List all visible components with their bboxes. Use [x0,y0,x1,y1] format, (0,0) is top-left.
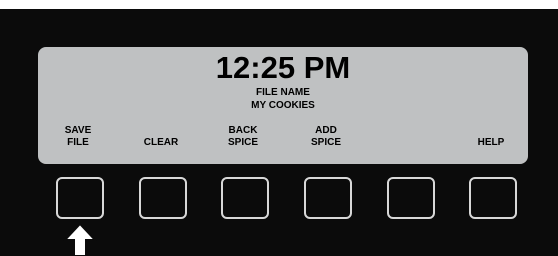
time-display: 12:25 PM [215,50,351,85]
file-name-label: FILE NAME [256,87,310,98]
lcd-display: 12:25 PM FILE NAME MY COOKIES SAVE FILE C… [38,47,528,164]
help-button[interactable] [469,177,517,219]
add-spice-button[interactable] [304,177,352,219]
softkey-label-help: HELP [477,137,505,148]
device-panel: 12:25 PM FILE NAME MY COOKIES SAVE FILE C… [0,9,558,256]
file-name-value: MY COOKIES [251,100,315,111]
softkey-label-clear: CLEAR [143,137,179,148]
softkey-label-blank [379,125,439,149]
softkey-label-add-spice: ADD SPICE [310,125,341,148]
softkey-label-save-file: SAVE FILE [64,125,92,148]
clear-button[interactable] [139,177,187,219]
softkey-label-back-spice: BACK SPICE [227,125,258,148]
save-file-button[interactable] [56,177,104,219]
blank-softkey-button[interactable] [387,177,435,219]
up-arrow-icon [63,223,97,256]
back-spice-button[interactable] [221,177,269,219]
